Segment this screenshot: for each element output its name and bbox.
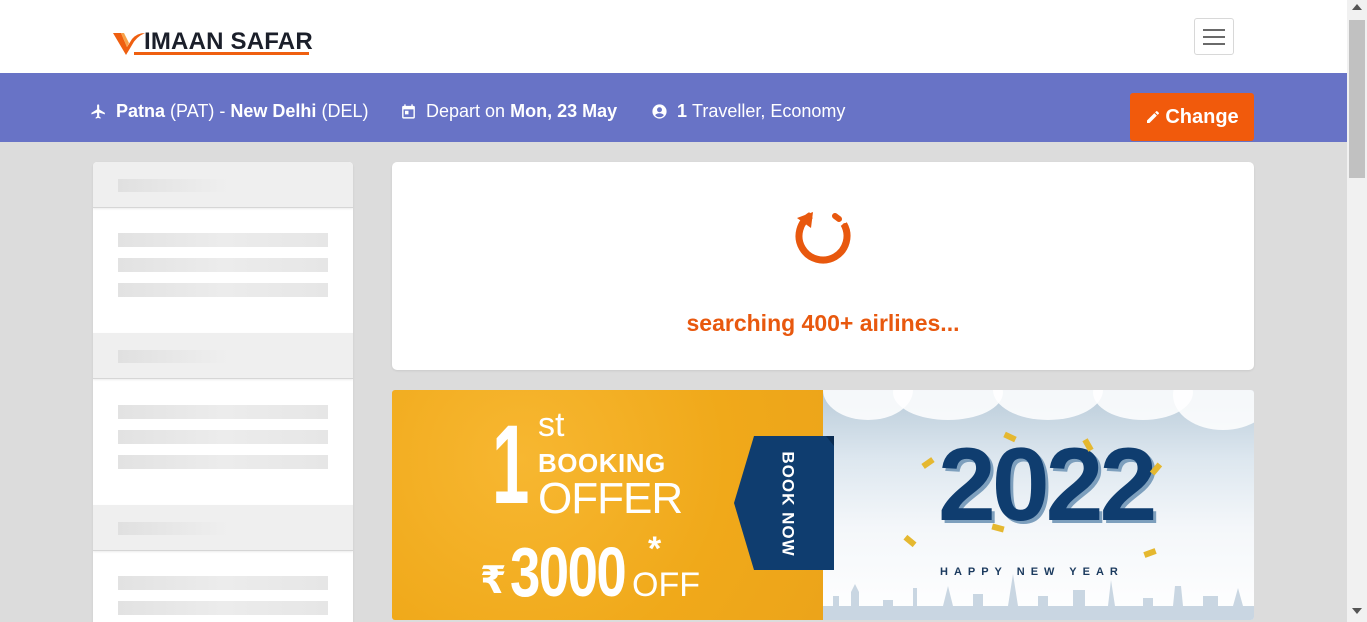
scroll-down-arrow-icon[interactable]: [1352, 608, 1362, 614]
traveller-count: 1: [677, 100, 688, 121]
skeleton-bar: [118, 522, 228, 535]
skeleton-header: [93, 162, 353, 208]
plane-icon: [91, 103, 105, 119]
rupee-symbol: ₹: [480, 558, 507, 602]
logo-text: IMAAN SAFAR: [144, 28, 313, 55]
depart-summary: Depart on Mon, 23 May: [400, 100, 617, 122]
destination-city: New Delhi: [230, 100, 317, 121]
destination-code: (DEL): [321, 100, 369, 121]
origin-code: (PAT): [170, 100, 215, 121]
depart-date: Mon, 23 May: [510, 100, 618, 121]
skeleton-line: [118, 283, 328, 297]
search-summary-bar: Patna (PAT) - New Delhi (DEL) Depart on …: [0, 73, 1347, 142]
scroll-up-arrow-icon[interactable]: [1352, 4, 1362, 10]
skeleton-line: [118, 233, 328, 247]
skeleton-bar: [118, 179, 228, 192]
origin-city: Patna: [116, 100, 166, 121]
skeleton-line: [118, 455, 328, 469]
user-circle-icon: [652, 103, 667, 119]
skeleton-line: [118, 576, 328, 590]
route-separator: -: [219, 100, 226, 121]
loading-message: searching 400+ airlines...: [686, 310, 960, 336]
cloud-shape: [1173, 390, 1254, 430]
skeleton-line: [118, 258, 328, 272]
promo-banner[interactable]: 1 st BOOKING OFFER ₹ 3000 * OFF BOOK NOW…: [392, 390, 1254, 620]
filter-sidebar-skeleton: [93, 162, 353, 622]
change-search-button[interactable]: Change: [1130, 93, 1254, 141]
skeleton-header: [93, 505, 353, 551]
hamburger-line: [1203, 35, 1225, 38]
offer-amount: 3000: [510, 533, 627, 611]
depart-label: Depart on: [426, 100, 506, 121]
cloud-shape: [893, 390, 1003, 420]
skeleton-line: [118, 430, 328, 444]
hamburger-line: [1203, 28, 1225, 31]
traveller-text: Traveller, Economy: [692, 100, 846, 121]
traveller-summary: 1 Traveller, Economy: [651, 100, 845, 122]
offer-asterisk: *: [648, 530, 662, 568]
skeleton-line: [118, 601, 328, 615]
hamburger-menu-button[interactable]: [1194, 18, 1234, 55]
book-now-label-wrap: BOOK NOW: [764, 451, 812, 557]
offer-off-text: OFF: [632, 566, 700, 604]
hamburger-line: [1203, 42, 1225, 45]
logo-underline: [134, 52, 309, 55]
book-now-label: BOOK NOW: [779, 451, 798, 557]
loading-spinner-icon: [795, 212, 851, 264]
pencil-icon: [1147, 110, 1160, 123]
new-year-number: 2022: [938, 427, 1157, 543]
offer-ordinal-number: 1: [492, 402, 530, 527]
logo[interactable]: IMAAN SAFAR: [112, 23, 313, 57]
skeleton-line: [118, 405, 328, 419]
calendar-icon: [402, 103, 415, 119]
skeleton-bar: [118, 350, 228, 363]
offer-ordinal-suffix: st: [538, 406, 565, 444]
top-header: IMAAN SAFAR: [0, 0, 1347, 73]
change-label: Change: [1165, 105, 1239, 128]
city-skyline-icon: [823, 574, 1254, 620]
scrollbar-thumb[interactable]: [1349, 20, 1365, 178]
cloud-shape: [993, 390, 1103, 420]
loading-card: searching 400+ airlines...: [392, 162, 1254, 370]
offer-text: OFFER: [538, 474, 683, 523]
route-summary: Patna (PAT) - New Delhi (DEL): [90, 100, 368, 122]
skeleton-header: [93, 333, 353, 379]
